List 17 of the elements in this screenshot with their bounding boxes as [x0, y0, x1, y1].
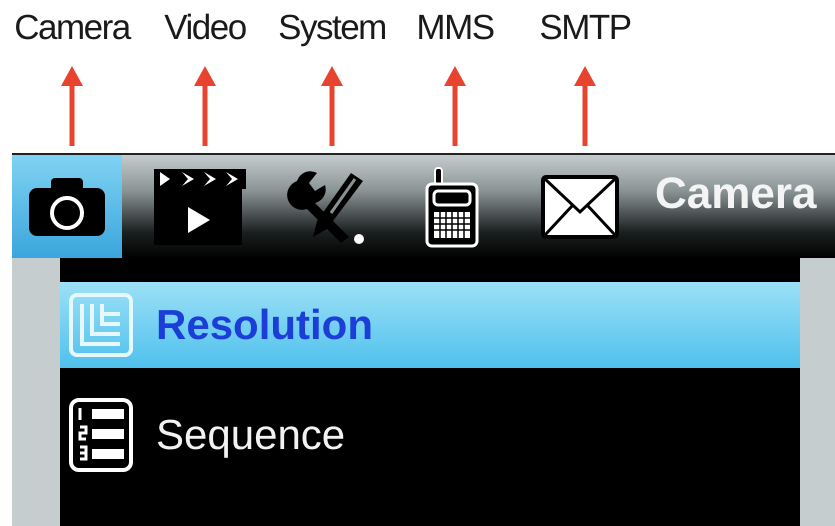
menu-item[interactable]: Sequence: [60, 392, 800, 478]
nested-frames-icon: [68, 292, 134, 358]
camera-icon: [27, 176, 107, 238]
menu-item[interactable]: Resolution: [60, 282, 800, 368]
menu-item-label: Sequence: [156, 411, 346, 459]
envelope-icon: [540, 174, 620, 240]
callout-label: SMTP: [539, 8, 631, 48]
callout-label: Video: [164, 8, 246, 48]
menu-item-label: Resolution: [156, 301, 373, 349]
menu-title: Camera: [654, 168, 818, 219]
walkie-talkie-icon: [423, 166, 481, 248]
callout-label: System: [278, 8, 386, 48]
clapperboard-icon: [152, 166, 248, 246]
menu-tab[interactable]: [12, 155, 122, 258]
numbered-list-icon: [68, 397, 134, 473]
callout-label: Camera: [14, 8, 130, 48]
callout-label: MMS: [416, 8, 494, 48]
